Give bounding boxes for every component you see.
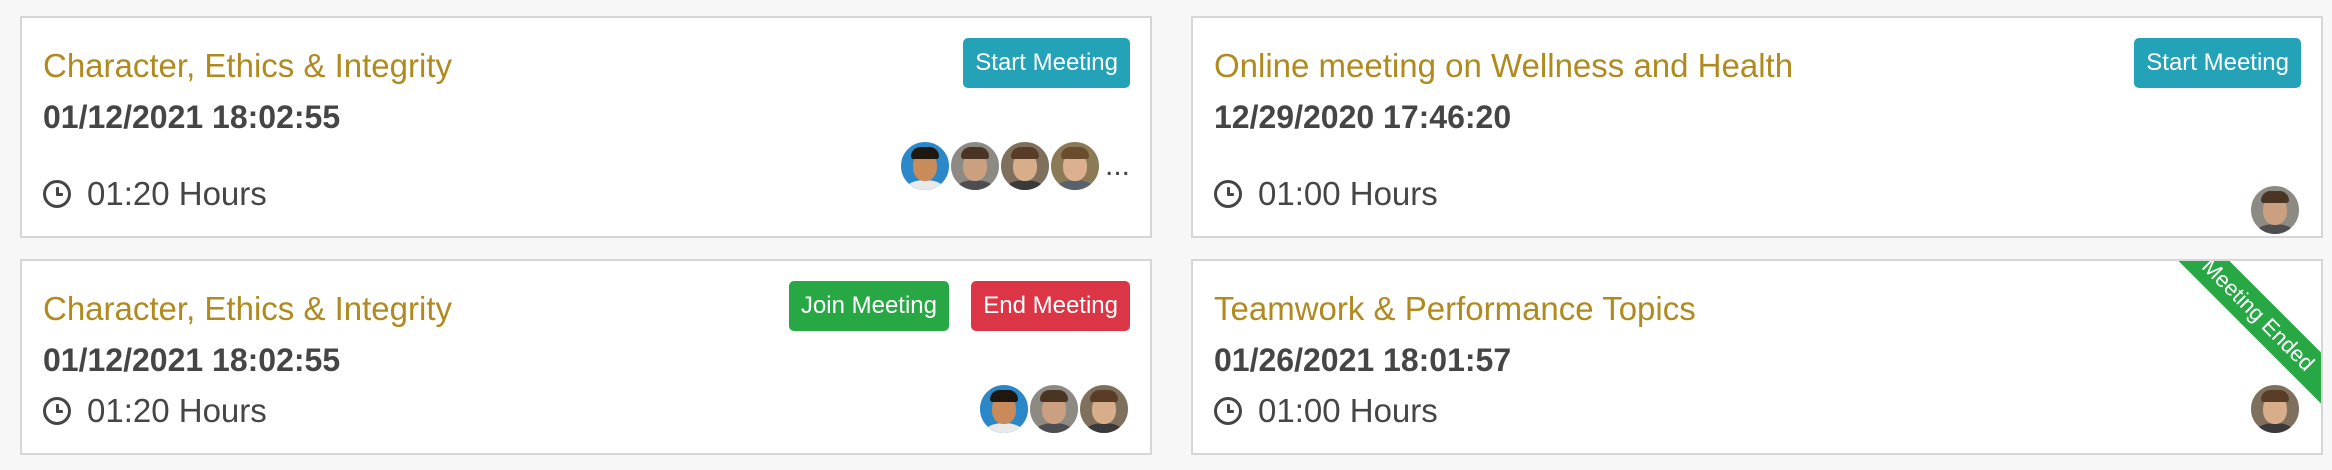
meeting-datetime: 01/26/2021 18:01:57 bbox=[1214, 342, 1512, 378]
avatar[interactable] bbox=[1048, 140, 1101, 192]
meeting-duration: 01:20 Hours bbox=[43, 391, 267, 431]
avatar[interactable] bbox=[1078, 383, 1130, 435]
duration-text: 01:20 Hours bbox=[87, 392, 267, 429]
duration-text: 01:20 Hours bbox=[87, 175, 267, 212]
participant-avatars: ... bbox=[898, 140, 1130, 192]
meeting-card[interactable]: Online meeting on Wellness and Health St… bbox=[1191, 16, 2323, 238]
duration-text: 01:00 Hours bbox=[1258, 392, 1438, 429]
avatar[interactable] bbox=[898, 140, 951, 192]
avatar[interactable] bbox=[978, 383, 1030, 435]
end-meeting-button[interactable]: End Meeting bbox=[971, 281, 1130, 331]
avatar[interactable] bbox=[1028, 383, 1080, 435]
join-meeting-button[interactable]: Join Meeting bbox=[788, 281, 949, 331]
meeting-title[interactable]: Character, Ethics & Integrity bbox=[43, 46, 452, 86]
clock-icon bbox=[1214, 397, 1242, 425]
duration-text: 01:00 Hours bbox=[1258, 175, 1438, 212]
start-meeting-button[interactable]: Start Meeting bbox=[2134, 38, 2301, 88]
meeting-title[interactable]: Online meeting on Wellness and Health bbox=[1214, 46, 1793, 86]
meeting-duration: 01:20 Hours bbox=[43, 174, 267, 214]
meeting-card[interactable]: Character, Ethics & Integrity Start Meet… bbox=[20, 16, 1152, 238]
avatar[interactable] bbox=[948, 140, 1001, 192]
avatar[interactable] bbox=[998, 140, 1051, 192]
start-meeting-button[interactable]: Start Meeting bbox=[963, 38, 1130, 88]
avatar[interactable] bbox=[2249, 184, 2301, 236]
meeting-datetime: 01/12/2021 18:02:55 bbox=[43, 342, 341, 378]
participant-avatars bbox=[2249, 383, 2301, 435]
meeting-title[interactable]: Character, Ethics & Integrity bbox=[43, 289, 452, 329]
meeting-card[interactable]: Meeting Ended Teamwork & Performance Top… bbox=[1191, 259, 2323, 455]
more-participants[interactable]: ... bbox=[1105, 151, 1130, 181]
participant-avatars bbox=[2249, 184, 2301, 236]
avatar[interactable] bbox=[2249, 383, 2301, 435]
meeting-duration: 01:00 Hours bbox=[1214, 174, 1438, 214]
participant-avatars bbox=[978, 383, 1130, 435]
meeting-datetime: 01/12/2021 18:02:55 bbox=[43, 99, 341, 135]
clock-icon bbox=[43, 397, 71, 425]
meeting-title[interactable]: Teamwork & Performance Topics bbox=[1214, 289, 1696, 329]
meeting-duration: 01:00 Hours bbox=[1214, 391, 1438, 431]
meeting-card[interactable]: Character, Ethics & Integrity Join Meeti… bbox=[20, 259, 1152, 455]
meeting-datetime: 12/29/2020 17:46:20 bbox=[1214, 99, 1512, 135]
clock-icon bbox=[43, 180, 71, 208]
clock-icon bbox=[1214, 180, 1242, 208]
